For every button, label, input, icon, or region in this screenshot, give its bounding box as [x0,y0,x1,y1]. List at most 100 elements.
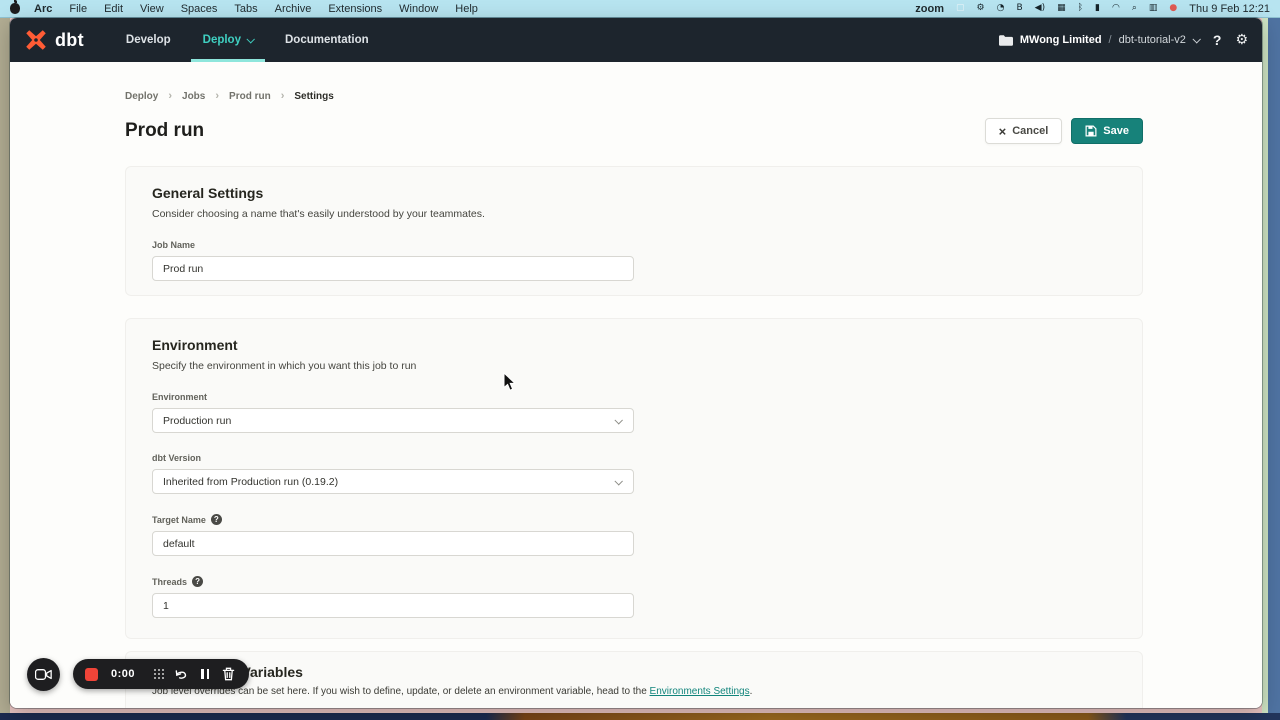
menubar-clock[interactable]: Thu 9 Feb 12:21 [1189,3,1270,15]
menu-arc[interactable]: Arc [34,3,52,15]
environment-card: Environment Specify the environment in w… [125,318,1143,639]
cancel-button[interactable]: × Cancel [985,118,1063,144]
environment-variables-description: Job level overrides can be set here. If … [152,686,1116,697]
menu-file[interactable]: File [69,3,87,15]
general-settings-heading: General Settings [152,185,1116,201]
help-circle-icon[interactable]: ? [211,514,222,525]
target-name-input[interactable] [152,531,634,556]
menu-help[interactable]: Help [455,3,478,15]
zoom-app-icon[interactable]: ▢ [956,4,965,13]
chevron-down-icon [1192,35,1200,43]
environment-select[interactable]: Production run [152,408,634,433]
display-icon[interactable]: ▦ [1057,4,1066,13]
page-actions: × Cancel Save [985,118,1143,144]
pause-recording-icon[interactable] [201,669,209,679]
settings-gear-icon[interactable]: ⚙ [1235,32,1248,48]
bluetooth-icon[interactable]: ᛒ [1078,4,1083,13]
description-period: . [750,686,753,697]
account-project-switcher[interactable]: MWong Limited / dbt-tutorial-v2 [999,34,1199,46]
menu-tabs[interactable]: Tabs [234,3,257,15]
recording-toolbar: 0:00 [73,659,249,689]
apple-menu-icon[interactable] [10,3,20,14]
general-settings-card: General Settings Consider choosing a nam… [125,166,1143,296]
menu-window[interactable]: Window [399,3,438,15]
camera-toggle-button[interactable] [27,658,60,691]
environments-settings-link[interactable]: Environments Settings [650,686,750,697]
app-b-icon[interactable]: B [1016,4,1022,13]
search-icon[interactable]: ⌕ [1132,4,1137,13]
navbar-right: MWong Limited / dbt-tutorial-v2 ? ⚙ [999,32,1248,48]
brand-name: dbt [55,30,84,51]
cancel-label: Cancel [1012,125,1048,137]
restart-recording-icon[interactable] [174,668,188,681]
wifi-icon[interactable]: ◠ [1112,4,1120,13]
save-button[interactable]: Save [1071,118,1143,144]
drag-handle-icon[interactable] [154,673,156,675]
zoom-menu[interactable]: zoom [915,3,944,15]
breadcrumb-deploy[interactable]: Deploy [125,91,158,102]
environment-field-label: Environment [152,392,207,402]
project-name: dbt-tutorial-v2 [1119,34,1186,46]
breadcrumb-jobs[interactable]: Jobs [182,91,205,102]
nav-item-documentation[interactable]: Documentation [269,18,385,62]
breadcrumb: Deploy › Jobs › Prod run › Settings [125,62,1143,102]
menubar-status-area: zoom ▢ ⚙ ◔ B ◀) ▦ ᛒ ▮ ◠ ⌕ ▥ ● Thu 9 Feb … [915,3,1270,15]
menu-edit[interactable]: Edit [104,3,123,15]
app-menus: Arc File Edit View Spaces Tabs Archive E… [34,3,478,15]
nav-item-label: Deploy [203,34,241,46]
delete-recording-icon[interactable] [222,667,235,681]
chevron-down-icon [246,35,254,43]
environment-subheading: Specify the environment in which you wan… [152,360,1116,372]
chevron-down-icon [614,416,622,424]
menu-archive[interactable]: Archive [275,3,312,15]
help-icon[interactable]: ? [1213,32,1222,48]
wallpaper-bottom-strip [0,713,1280,720]
help-circle-icon[interactable]: ? [192,576,203,587]
chevron-down-icon [614,477,622,485]
dbt-navbar: dbt Develop Deploy Documentation [10,18,1262,62]
dbt-version-label: dbt Version [152,453,201,463]
target-name-label: Target Name [152,515,206,525]
threads-input[interactable] [152,593,634,618]
save-label: Save [1103,125,1129,137]
nav-item-deploy[interactable]: Deploy [187,18,269,62]
general-settings-subheading: Consider choosing a name that's easily u… [152,208,1116,220]
nav-item-label: Develop [126,34,171,46]
breadcrumb-separator: › [168,90,172,102]
dbt-logo[interactable]: dbt [24,28,84,52]
page-title: Prod run [125,120,204,142]
breadcrumb-separator: › [281,90,285,102]
nav-items: Develop Deploy Documentation [110,18,385,62]
environment-variables-card: Environment Variables Job level override… [125,651,1143,708]
dbt-version-select[interactable]: Inherited from Production run (0.19.2) [152,469,634,494]
volume-icon[interactable]: ◀) [1035,4,1045,13]
macos-menubar: Arc File Edit View Spaces Tabs Archive E… [0,0,1280,18]
browser-window: dbt Develop Deploy Documentation [10,18,1262,708]
environment-variables-heading: Environment Variables [152,664,1116,680]
nav-item-label: Documentation [285,34,369,46]
breadcrumb-prod-run[interactable]: Prod run [229,91,271,102]
menu-extensions[interactable]: Extensions [328,3,382,15]
record-dot-icon[interactable]: ● [1169,4,1177,13]
nav-item-develop[interactable]: Develop [110,18,187,62]
threads-label: Threads [152,577,187,587]
gear-icon[interactable]: ⚙ [977,4,985,13]
battery-icon[interactable]: ▮ [1095,4,1100,13]
menu-view[interactable]: View [140,3,164,15]
clock-icon[interactable]: ◔ [997,4,1005,13]
recording-timer: 0:00 [111,668,135,680]
menu-spaces[interactable]: Spaces [181,3,218,15]
stop-recording-button[interactable] [85,668,98,681]
video-camera-icon [35,668,52,681]
close-icon: × [999,125,1007,138]
environment-heading: Environment [152,337,1116,353]
desktop: Arc File Edit View Spaces Tabs Archive E… [0,0,1280,720]
job-name-input[interactable] [152,256,634,281]
breadcrumb-settings: Settings [294,91,333,102]
folder-icon [999,35,1013,46]
control-center-icon[interactable]: ▥ [1149,4,1158,13]
dbt-version-select-value: Inherited from Production run (0.19.2) [163,476,338,488]
save-disk-icon [1085,125,1097,137]
account-name: MWong Limited [1020,34,1102,46]
breadcrumb-separator: › [215,90,219,102]
